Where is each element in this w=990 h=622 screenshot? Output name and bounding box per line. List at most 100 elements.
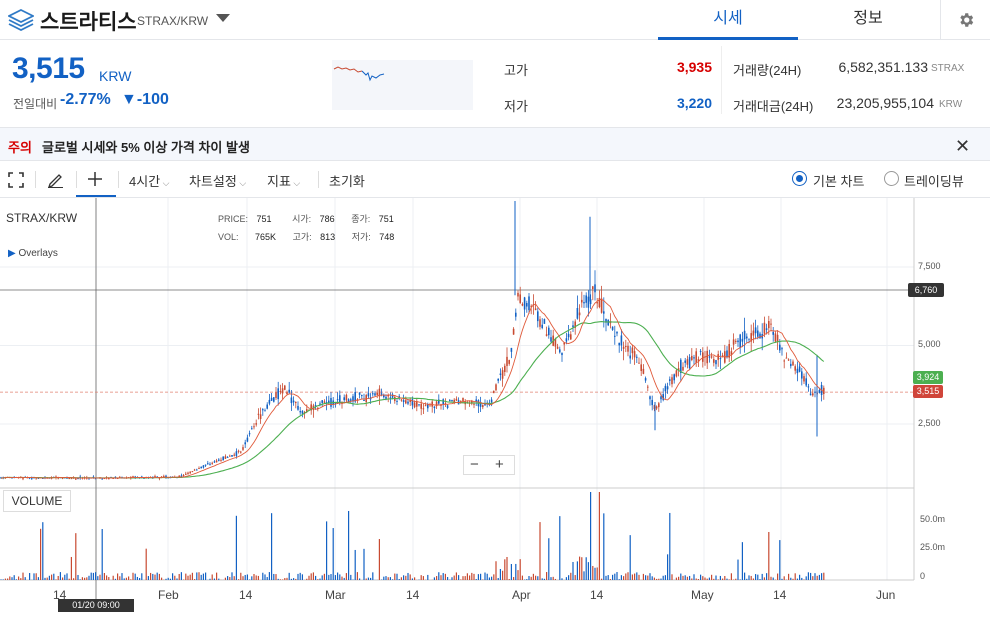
volume-bar [308, 576, 309, 580]
chart-settings-dropdown[interactable]: 차트설정 ⌵ [189, 171, 246, 190]
candle-body [601, 299, 603, 313]
volume-bar [5, 579, 6, 580]
candle-body [629, 355, 631, 358]
triangle-right-icon: ▶ [8, 248, 18, 259]
volume-bar [647, 576, 648, 580]
x-tick-label: 14 [590, 588, 603, 602]
candle-body [504, 366, 506, 372]
volume-bar [297, 574, 298, 580]
fullscreen-icon[interactable] [8, 172, 24, 188]
reset-button[interactable]: 초기화 [329, 171, 365, 190]
interval-dropdown[interactable]: 4시간 ⌵ [129, 171, 169, 190]
indicators-dropdown[interactable]: 지표 ⌵ [267, 171, 300, 190]
volume-bar [742, 542, 743, 580]
candle-body [207, 463, 209, 464]
price-chart-area[interactable] [0, 198, 990, 617]
candle-body [396, 401, 398, 402]
candle-body [627, 346, 629, 352]
pencil-icon[interactable] [47, 171, 64, 188]
mini-sparkline-chart [332, 60, 473, 110]
candle-body [497, 379, 499, 381]
tradingview-radio[interactable] [884, 171, 899, 186]
candle-body [764, 323, 766, 334]
coin-select-dropdown-icon[interactable] [216, 14, 230, 22]
volume-bar [561, 578, 562, 580]
volume-bar [75, 533, 76, 580]
candle-body [500, 374, 502, 375]
candle-body [645, 378, 647, 380]
volume-indicator-button[interactable]: VOLUME [3, 490, 71, 512]
tab-price[interactable]: 시세 [658, 0, 798, 40]
candle-body [214, 461, 216, 462]
candle-body [192, 471, 194, 472]
volume-bar [302, 574, 303, 580]
volume-bar [605, 576, 606, 580]
ohlc-low: 748 [379, 232, 394, 242]
volume-bar [808, 572, 809, 580]
volume-bar [390, 577, 391, 580]
volume-bar [645, 575, 646, 580]
basic-chart-label[interactable]: 기본 차트 [813, 171, 864, 190]
overlays-toggle[interactable]: ▶ Overlays [8, 248, 58, 259]
volume-bar [49, 576, 50, 580]
candle-body [684, 361, 686, 363]
volume-bar [495, 561, 496, 580]
tab-info[interactable]: 정보 [798, 0, 938, 40]
volume-bar [795, 573, 796, 580]
candle-body [748, 339, 750, 340]
candle-body [346, 395, 348, 401]
volume-bar [715, 576, 716, 580]
candle-body [709, 356, 711, 357]
volume-bar [506, 557, 507, 580]
candle-body [682, 367, 684, 371]
zoom-in-button[interactable]: + [495, 456, 504, 473]
volume-bar [735, 579, 736, 580]
volume-bar [698, 579, 699, 580]
candle-body [495, 384, 497, 390]
candle-body [557, 347, 559, 349]
volume-bar [500, 569, 501, 580]
close-icon[interactable]: ✕ [955, 136, 970, 157]
basic-chart-radio[interactable] [792, 171, 807, 186]
candle-body [225, 456, 227, 458]
candle-body [656, 406, 658, 408]
candle-body [35, 478, 37, 479]
volume-bar [289, 573, 290, 580]
candle-body [284, 386, 286, 390]
change-rate: -2.77% [60, 91, 111, 109]
settings-button[interactable] [940, 0, 990, 40]
candle-body [447, 405, 449, 408]
volume-bar [135, 574, 136, 580]
volume-bar [482, 579, 483, 580]
volume-bar [603, 513, 604, 580]
volume-bar [271, 513, 272, 580]
candle-body [786, 358, 788, 359]
volume-bar [225, 578, 226, 580]
volume-bar [91, 573, 92, 580]
tradingview-label[interactable]: 트레이딩뷰 [904, 171, 964, 190]
volume-bar [130, 579, 131, 580]
candle-body [607, 320, 609, 325]
candle-body [418, 404, 420, 405]
candle-body [247, 438, 249, 442]
zoom-out-button[interactable]: − [470, 456, 479, 473]
volume-bar [333, 528, 334, 580]
volume-bar [247, 574, 248, 580]
volume-bar [667, 554, 668, 580]
candle-body [548, 328, 550, 335]
candle-body [658, 403, 660, 407]
candle-body [282, 388, 284, 393]
candle-body [493, 391, 495, 393]
candle-body [291, 398, 293, 404]
candle-body [616, 332, 618, 334]
candle-body [572, 325, 574, 327]
crosshair-icon[interactable] [87, 171, 103, 187]
candle-body [203, 465, 205, 467]
volume-bar [249, 579, 250, 580]
volume-bar [396, 574, 397, 580]
candle-body [618, 343, 620, 346]
volume-bar [324, 574, 325, 580]
volume-bar [588, 562, 589, 580]
volume-bar [548, 538, 549, 580]
candlestick-chart[interactable] [0, 198, 990, 617]
